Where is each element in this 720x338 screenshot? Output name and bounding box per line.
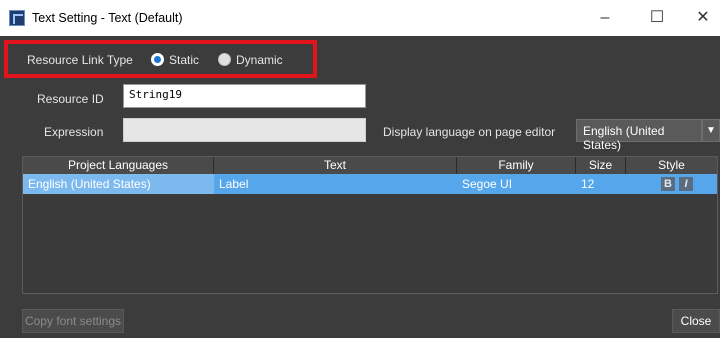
resource-id-label: Resource ID bbox=[37, 92, 104, 106]
window-title: Text Setting - Text (Default) bbox=[32, 11, 183, 25]
cell-text[interactable]: Label bbox=[214, 174, 457, 194]
col-header-text[interactable]: Text bbox=[214, 157, 457, 174]
col-header-style[interactable]: Style bbox=[626, 157, 717, 174]
bold-button[interactable]: B bbox=[661, 177, 675, 191]
cell-size[interactable]: 12 bbox=[576, 174, 626, 194]
copy-font-settings-button[interactable]: Copy font settings bbox=[22, 309, 124, 333]
resource-id-input[interactable]: String19 bbox=[123, 84, 366, 108]
table-row[interactable]: English (United States) Label Segoe UI 1… bbox=[23, 174, 717, 194]
cell-family[interactable]: Segoe UI bbox=[457, 174, 576, 194]
col-header-project-languages[interactable]: Project Languages bbox=[23, 157, 214, 174]
col-header-size[interactable]: Size bbox=[576, 157, 626, 174]
language-table: Project Languages Text Family Size Style… bbox=[22, 156, 718, 294]
app-icon bbox=[9, 10, 25, 26]
close-button[interactable]: Close bbox=[672, 309, 720, 333]
chevron-down-icon[interactable]: ▼ bbox=[702, 119, 720, 142]
dynamic-radio-label[interactable]: Dynamic bbox=[236, 53, 283, 67]
expression-input[interactable] bbox=[123, 118, 366, 142]
close-window-button[interactable]: ✕ bbox=[686, 0, 720, 36]
expression-label: Expression bbox=[44, 125, 104, 139]
maximize-button[interactable]: ☐ bbox=[634, 0, 680, 36]
italic-button[interactable]: I bbox=[679, 177, 693, 191]
dynamic-radio[interactable] bbox=[218, 53, 231, 66]
static-radio[interactable] bbox=[151, 53, 164, 66]
resource-link-type-label: Resource Link Type bbox=[27, 53, 133, 67]
static-radio-label[interactable]: Static bbox=[169, 53, 199, 67]
cell-language[interactable]: English (United States) bbox=[23, 174, 214, 194]
display-language-select[interactable]: English (United States) bbox=[576, 119, 702, 152]
title-bar: Text Setting - Text (Default) – ☐ ✕ bbox=[0, 0, 720, 36]
display-language-label: Display language on page editor bbox=[383, 125, 556, 139]
minimize-button[interactable]: – bbox=[582, 0, 628, 36]
col-header-family[interactable]: Family bbox=[457, 157, 576, 174]
